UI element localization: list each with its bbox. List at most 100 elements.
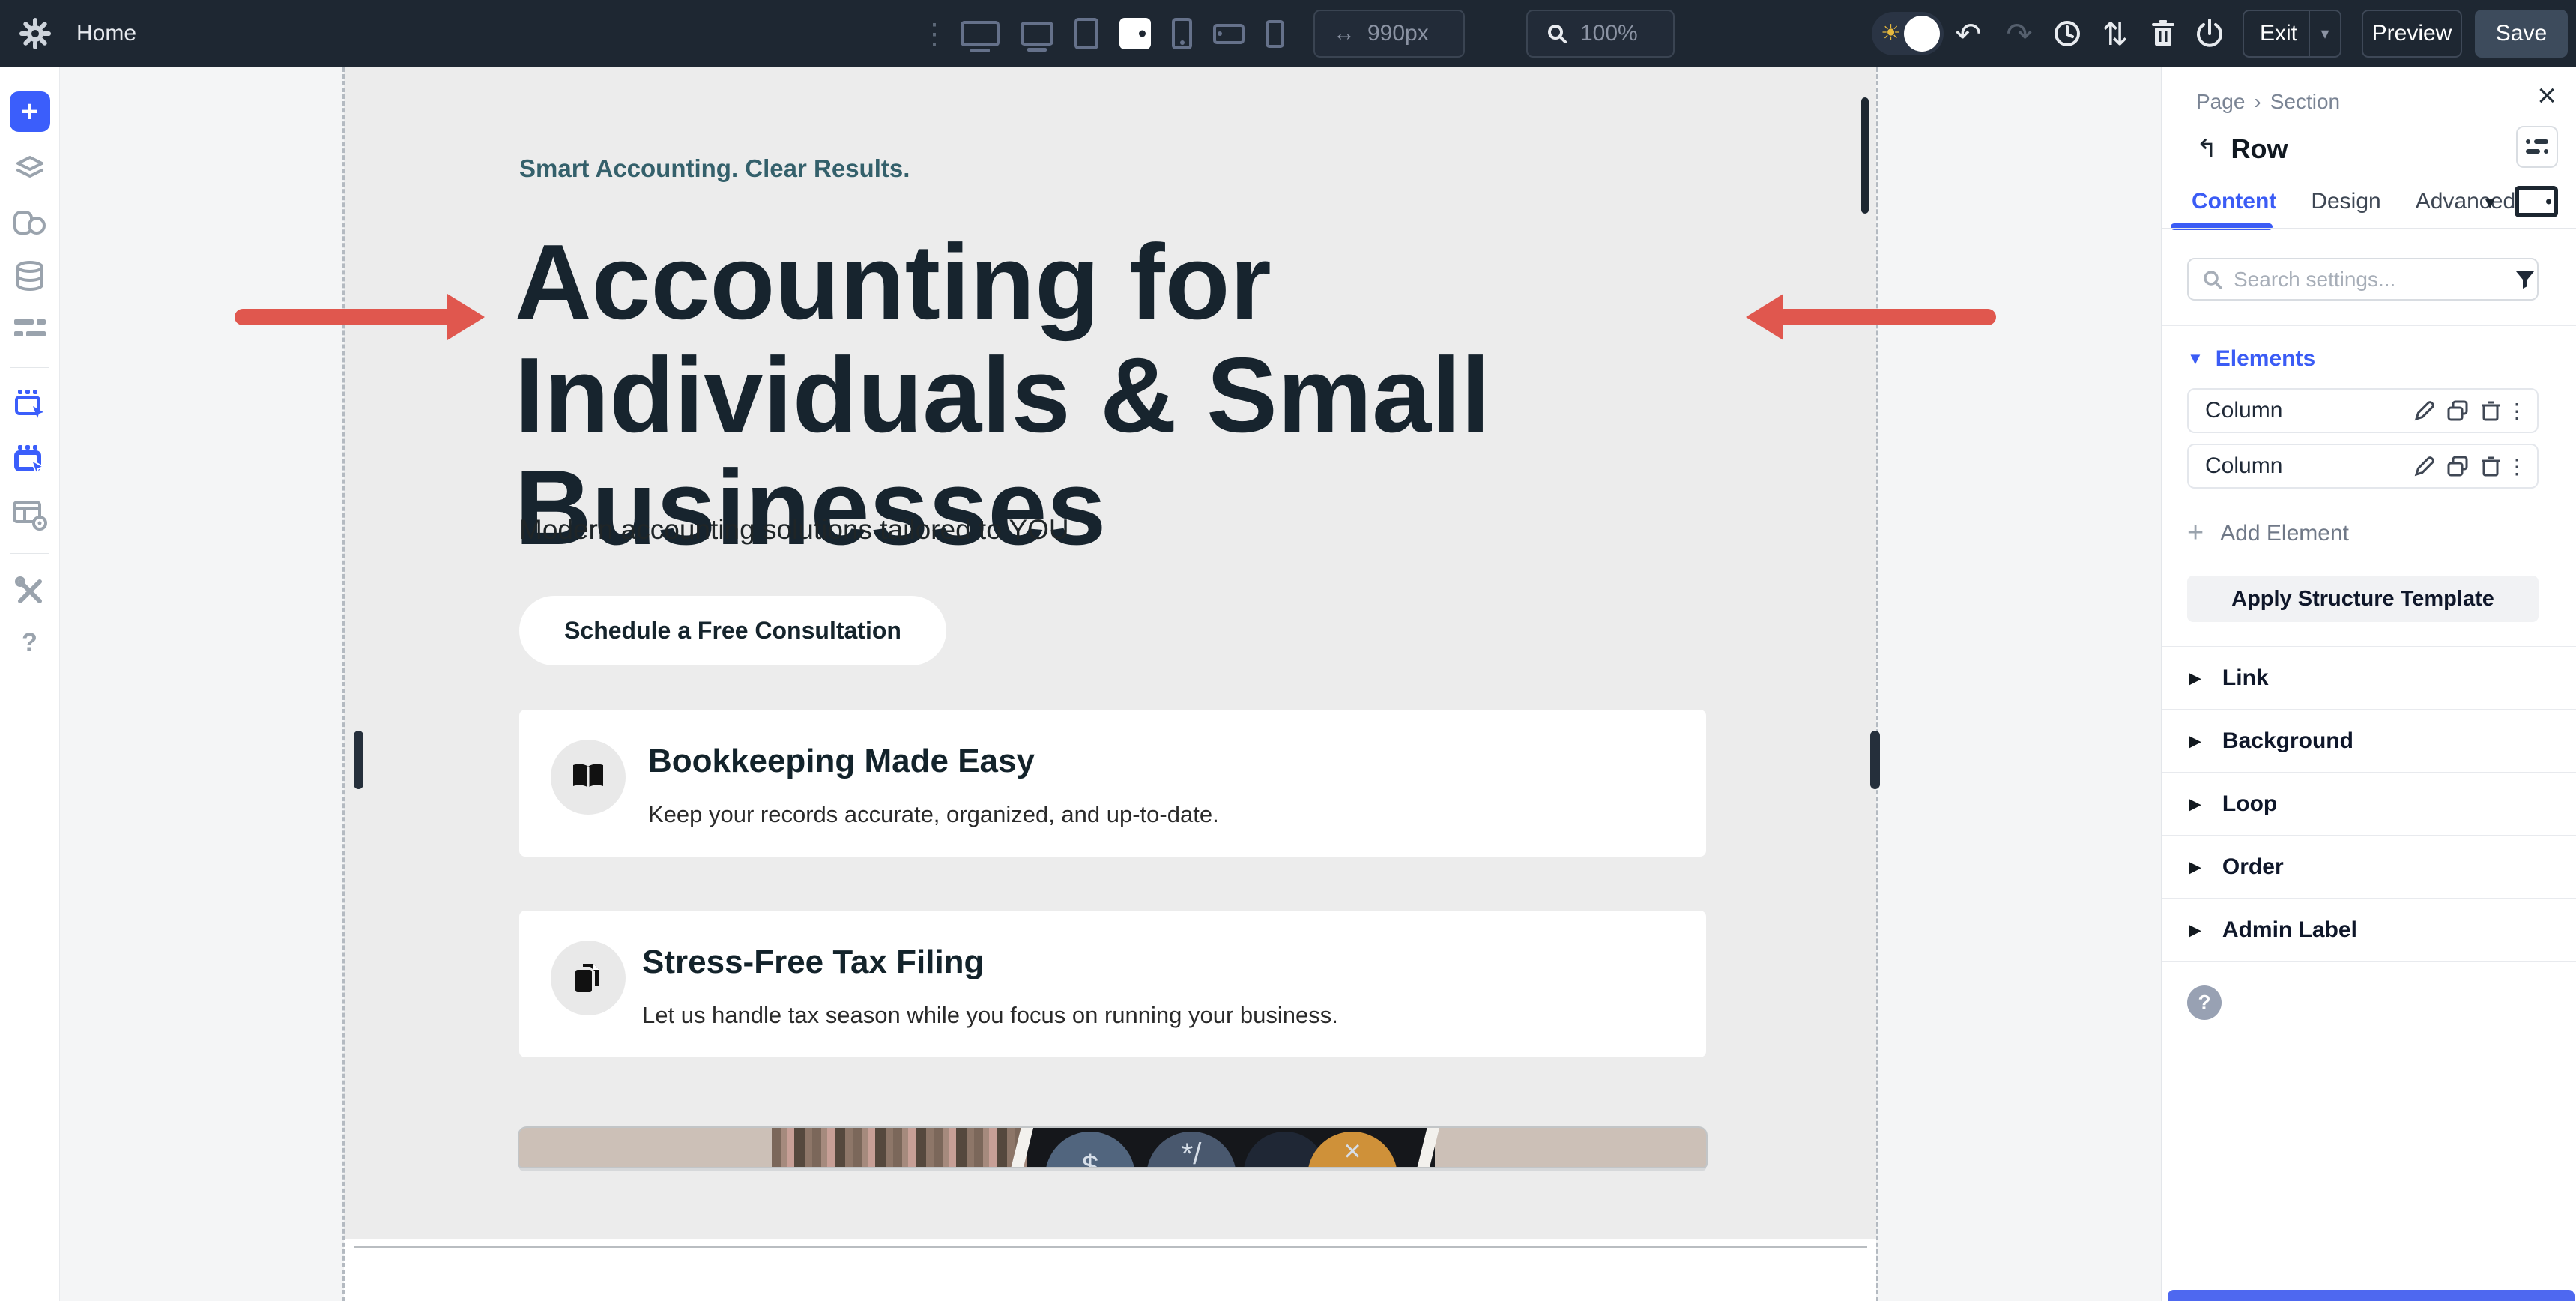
responsive-preview-icon[interactable] <box>2515 186 2558 217</box>
rows-icon[interactable] <box>13 315 47 342</box>
sidebar-divider <box>10 367 49 368</box>
tab-content[interactable]: Content <box>2192 189 2276 214</box>
accordion-loop[interactable]: ▶ Loop <box>2162 772 2576 835</box>
theme-toggle[interactable]: ☀ <box>1872 12 1944 55</box>
element-label: Column <box>2205 453 2408 479</box>
row-resize-handle-left[interactable] <box>354 731 363 789</box>
elements-section-header[interactable]: ▼ Elements <box>2187 346 2315 372</box>
toolbar-kebab-icon[interactable]: ⋮ <box>920 0 949 67</box>
add-module-button[interactable]: + <box>10 91 50 132</box>
desktop-large-icon[interactable] <box>961 21 1000 46</box>
tab-advanced[interactable]: Advanced <box>2416 189 2515 214</box>
sort-arrows-icon[interactable]: ⇅ <box>2098 0 2132 67</box>
phone-small-icon[interactable] <box>1266 20 1284 48</box>
card-description: Keep your records accurate, organized, a… <box>648 801 1219 828</box>
breadcrumb-separator: › <box>2254 90 2261 114</box>
element-row-column-1[interactable]: Column ⋮ <box>2187 388 2539 433</box>
annotation-arrow-right <box>1746 294 1996 340</box>
history-clock-icon[interactable] <box>2050 0 2084 67</box>
builder-canvas: Smart Accounting. Clear Results. Account… <box>60 67 2161 1301</box>
help-icon[interactable]: ? <box>22 628 37 657</box>
page-guide-left <box>342 67 345 1301</box>
duplicate-icon[interactable] <box>2441 455 2474 477</box>
search-input[interactable] <box>2234 268 2504 292</box>
exit-dropdown-caret[interactable]: ▾ <box>2309 11 2340 56</box>
back-arrow-icon[interactable]: ↰ <box>2196 134 2218 164</box>
hero-section[interactable]: Smart Accounting. Clear Results. Account… <box>344 67 1876 1239</box>
row-resize-handle-right[interactable] <box>1870 731 1880 789</box>
page-pointer-outline-icon[interactable] <box>12 388 48 423</box>
tools-icon[interactable] <box>13 574 47 609</box>
panel-help-icon[interactable]: ? <box>2187 985 2222 1020</box>
edit-pencil-icon[interactable] <box>2408 399 2441 422</box>
tabs-border <box>2162 228 2576 229</box>
panel-bottom-bar <box>2168 1290 2575 1301</box>
preview-button[interactable]: Preview <box>2362 10 2462 58</box>
shapes-icon[interactable] <box>12 206 48 239</box>
desktop-icon[interactable] <box>1021 22 1053 46</box>
accordion-admin-label[interactable]: ▶ Admin Label <box>2162 898 2576 961</box>
sun-icon: ☀ <box>1881 22 1901 46</box>
caret-right-icon: ▶ <box>2189 731 2201 751</box>
open-book-icon <box>551 740 626 815</box>
exit-button[interactable]: Exit <box>2244 21 2309 46</box>
canvas-scrollbar[interactable] <box>1861 97 1869 214</box>
panel-tabs: Content Design Advanced <box>2192 189 2515 214</box>
breadcrumb-page[interactable]: Page <box>2196 90 2245 114</box>
canvas-zoom-value: 100% <box>1580 21 1638 46</box>
active-tab-underline <box>2171 223 2273 230</box>
device-preview-switcher <box>961 0 1284 67</box>
phone-portrait-icon[interactable] <box>1172 18 1192 49</box>
sidebar-divider <box>10 553 49 554</box>
kebab-menu-icon[interactable]: ⋮ <box>2507 454 2527 479</box>
layers-icon[interactable] <box>13 151 47 186</box>
edit-pencil-icon[interactable] <box>2408 455 2441 477</box>
panel-divider <box>2162 325 2576 326</box>
trash-icon[interactable] <box>2474 455 2507 477</box>
phone-landscape-icon[interactable] <box>1213 24 1245 44</box>
width-arrows-icon: ↔ <box>1333 21 1355 46</box>
accordion-order[interactable]: ▶ Order <box>2162 835 2576 898</box>
database-icon[interactable] <box>13 259 46 294</box>
feature-card-bookkeeping[interactable]: Bookkeeping Made Easy Keep your records … <box>519 710 1706 857</box>
tab-design[interactable]: Design <box>2311 189 2380 214</box>
canvas-width-input[interactable]: ↔ 990px <box>1313 10 1465 58</box>
hero-image-strip[interactable]: $ */ × <box>519 1128 1706 1167</box>
trash-icon[interactable] <box>2474 399 2507 422</box>
next-section[interactable] <box>344 1239 1876 1301</box>
accordion-link[interactable]: ▶ Link <box>2162 646 2576 709</box>
duplicate-icon[interactable] <box>2441 399 2474 422</box>
hero-subheading[interactable]: Modern accounting solutions tailored to … <box>519 514 1069 546</box>
left-sidebar: + ? <box>0 67 60 1301</box>
settings-search <box>2187 258 2539 301</box>
page-pointer-filled-icon[interactable] <box>12 444 48 478</box>
panel-divider <box>2162 961 2576 962</box>
drag-panel-icon[interactable] <box>2516 126 2558 168</box>
gear-icon[interactable] <box>19 18 51 49</box>
hero-eyebrow[interactable]: Smart Accounting. Clear Results. <box>519 154 910 183</box>
accordion-background[interactable]: ▶ Background <box>2162 709 2576 772</box>
close-icon[interactable]: × <box>2537 79 2557 112</box>
redo-icon[interactable]: ↷ <box>2002 0 2037 67</box>
breadcrumb-section[interactable]: Section <box>2270 90 2340 114</box>
card-title: Stress-Free Tax Filing <box>642 944 984 981</box>
save-button[interactable]: Save <box>2475 10 2568 58</box>
portability-icon[interactable] <box>2192 0 2227 67</box>
trash-icon[interactable] <box>2146 0 2180 67</box>
kebab-menu-icon[interactable]: ⋮ <box>2507 399 2527 423</box>
element-row-column-2[interactable]: Column ⋮ <box>2187 444 2539 489</box>
add-element-button[interactable]: + Add Element <box>2187 517 2349 549</box>
home-menu[interactable]: Home <box>76 21 136 46</box>
cta-button[interactable]: Schedule a Free Consultation <box>519 596 946 665</box>
apply-structure-template-button[interactable]: Apply Structure Template <box>2187 576 2539 622</box>
accordion-label: Link <box>2222 665 2269 691</box>
filter-icon[interactable] <box>2515 270 2536 289</box>
canvas-width-value: 990px <box>1367 21 1429 46</box>
tabs-caret-icon[interactable]: ▼ <box>2482 193 2498 213</box>
undo-icon[interactable]: ↶ <box>1951 0 1986 67</box>
tablet-portrait-icon[interactable] <box>1074 18 1098 49</box>
canvas-zoom-input[interactable]: 100% <box>1526 10 1675 58</box>
template-library-icon[interactable] <box>11 498 49 532</box>
feature-card-tax[interactable]: Stress-Free Tax Filing Let us handle tax… <box>519 911 1706 1057</box>
tablet-active-icon[interactable] <box>1119 18 1151 49</box>
